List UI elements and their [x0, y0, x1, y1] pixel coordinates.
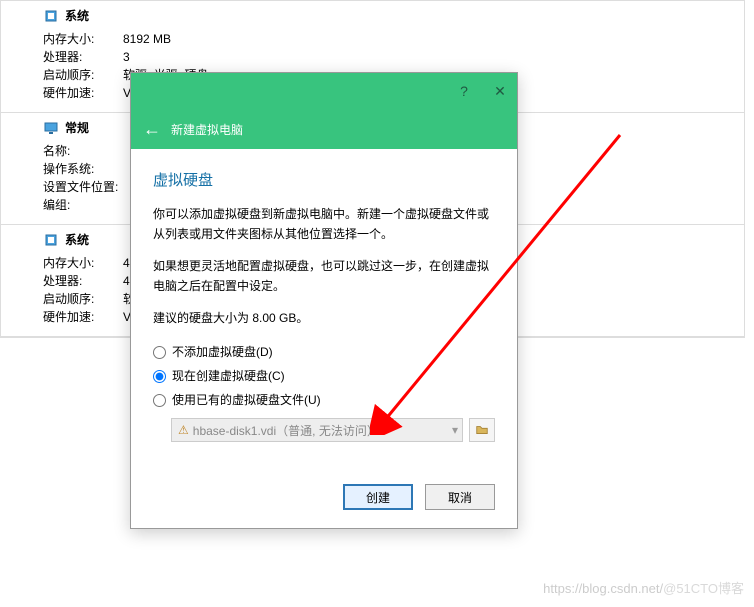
radio-label: 不添加虚拟硬盘(D): [172, 340, 273, 364]
disk-radio-group: 不添加虚拟硬盘(D) 现在创建虚拟硬盘(C) 使用已有的虚拟硬盘文件(U) ⚠ …: [153, 340, 495, 442]
watermark: https://blog.csdn.net/@51CTO博客: [543, 578, 744, 597]
radio-input[interactable]: [153, 370, 166, 383]
folder-icon: [475, 423, 489, 437]
cpu-label: 处理器:: [43, 48, 123, 66]
dialog-section-title: 虚拟硬盘: [153, 169, 495, 190]
help-button[interactable]: ?: [455, 82, 473, 100]
disk-file-combo[interactable]: ⚠ hbase-disk1.vdi（普通, 无法访问） ▾: [171, 418, 463, 442]
mem-value: 8192 MB: [123, 30, 171, 48]
chip-icon: [43, 8, 59, 24]
section-title: 系统: [65, 231, 89, 248]
disk-file-text: hbase-disk1.vdi（普通, 无法访问）: [193, 422, 379, 439]
radio-label: 现在创建虚拟硬盘(C): [172, 364, 285, 388]
cancel-button[interactable]: 取消: [425, 484, 495, 510]
watermark-url: https://blog.csdn.net/: [543, 581, 663, 596]
back-arrow-icon[interactable]: ←: [143, 119, 161, 140]
boot-label: 启动顺序:: [43, 290, 123, 308]
dialog-para-1: 你可以添加虚拟硬盘到新虚拟电脑中。新建一个虚拟硬盘文件或从列表或用文件夹图标从其…: [153, 204, 495, 244]
radio-existing-disk[interactable]: 使用已有的虚拟硬盘文件(U): [153, 388, 495, 412]
dialog-header: ← 新建虚拟电脑: [131, 109, 517, 149]
chevron-down-icon: ▾: [452, 423, 458, 437]
cpu-value: 4: [123, 272, 130, 290]
cpu-value: 3: [123, 48, 130, 66]
radio-create-disk[interactable]: 现在创建虚拟硬盘(C): [153, 364, 495, 388]
dialog-para-3: 建议的硬盘大小为 8.00 GB。: [153, 308, 495, 328]
close-button[interactable]: ✕: [491, 82, 509, 100]
radio-input[interactable]: [153, 346, 166, 359]
accel-label: 硬件加速:: [43, 84, 123, 102]
accel-label: 硬件加速:: [43, 308, 123, 326]
chip-icon: [43, 232, 59, 248]
existing-disk-row: ⚠ hbase-disk1.vdi（普通, 无法访问） ▾: [171, 418, 495, 442]
radio-input[interactable]: [153, 394, 166, 407]
boot-label: 启动顺序:: [43, 66, 123, 84]
wizard-title: 新建虚拟电脑: [171, 121, 243, 138]
dialog-titlebar: ? ✕: [131, 73, 517, 109]
browse-disk-button[interactable]: [469, 418, 495, 442]
warning-icon: ⚠: [178, 423, 189, 437]
section-title: 系统: [65, 7, 89, 24]
create-button[interactable]: 创建: [343, 484, 413, 510]
os-label: 操作系统:: [43, 160, 123, 178]
settings-label: 设置文件位置:: [43, 178, 123, 196]
radio-no-disk[interactable]: 不添加虚拟硬盘(D): [153, 340, 495, 364]
new-vm-dialog: ? ✕ ← 新建虚拟电脑 虚拟硬盘 你可以添加虚拟硬盘到新虚拟电脑中。新建一个虚…: [130, 72, 518, 529]
name-label: 名称:: [43, 142, 123, 160]
cpu-label: 处理器:: [43, 272, 123, 290]
section-title: 常规: [65, 119, 89, 136]
monitor-icon: [43, 120, 59, 136]
radio-label: 使用已有的虚拟硬盘文件(U): [172, 388, 321, 412]
group-label: 编组:: [43, 196, 123, 214]
mem-label: 内存大小:: [43, 254, 123, 272]
dialog-para-2: 如果想更灵活地配置虚拟硬盘，也可以跳过这一步，在创建虚拟电脑之后在配置中设定。: [153, 256, 495, 296]
watermark-brand: @51CTO博客: [663, 581, 744, 596]
mem-label: 内存大小:: [43, 30, 123, 48]
